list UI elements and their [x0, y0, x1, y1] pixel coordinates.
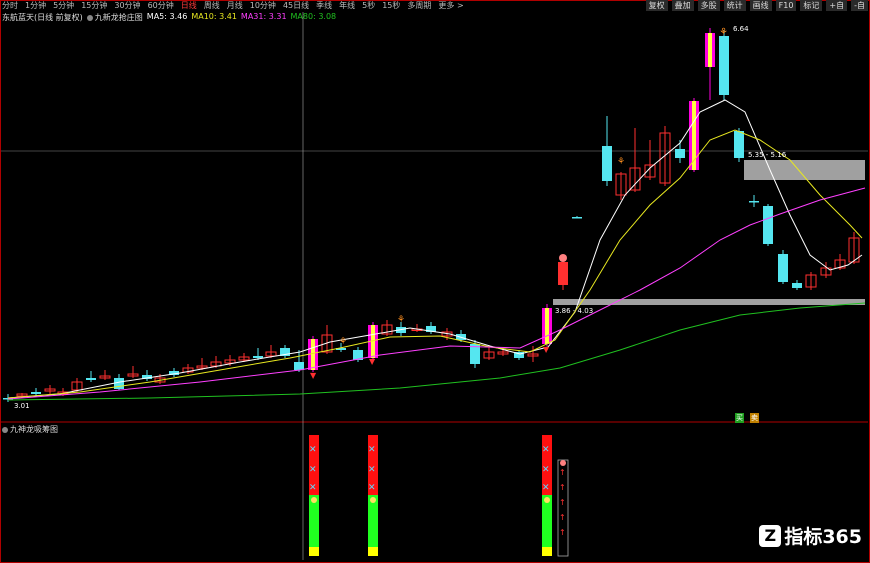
up-arrow-icon: ↑ [559, 483, 566, 492]
person-marker-icon: ⚘ [339, 337, 347, 347]
candle-body [719, 36, 729, 95]
butterfly-icon: ✕ [309, 483, 317, 493]
butterfly-icon: ✕ [309, 445, 317, 455]
sub-panel-title: 九神龙吸筹图 [10, 425, 58, 434]
arrow-down-marker-icon: ▼ [369, 357, 376, 366]
low-price-label: 3.01 [14, 402, 30, 410]
upper-zone-label: 5.35 - 5.16 [748, 151, 787, 159]
support-zone [553, 299, 865, 305]
candle-body [602, 146, 612, 181]
butterfly-icon: ✕ [368, 445, 376, 455]
candle-highlight [708, 33, 712, 67]
candle-highlight [545, 308, 549, 344]
ma80-line [7, 302, 866, 401]
butterfly-icon: ✕ [368, 465, 376, 475]
candle-body [763, 206, 773, 244]
sell-badge: 卖 [750, 413, 759, 423]
person-marker-icon: ⚘ [617, 157, 625, 167]
candle-body [675, 149, 685, 158]
butterfly-icon: ✕ [309, 465, 317, 475]
butterfly-icon: ✕ [542, 483, 550, 493]
watermark-text: 指标365 [784, 526, 862, 548]
candle-body [734, 131, 744, 158]
butterfly-icon: ✕ [542, 445, 550, 455]
lower-zone-label: 3.86 - 4.03 [555, 307, 594, 315]
up-arrow-icon: ↑ [559, 513, 566, 522]
buy-badge: 买 [735, 413, 744, 423]
butterfly-icon: ✕ [368, 483, 376, 493]
candle-body [572, 217, 582, 219]
watermark: Z 指标365 [759, 522, 862, 549]
person-marker-icon: ⚘ [397, 315, 405, 325]
coin-icon [370, 497, 376, 503]
up-arrow-icon: ↑ [559, 528, 566, 537]
signal-bar-yellow [542, 547, 552, 556]
candle-body [31, 392, 41, 394]
sub-indicator-icon[interactable] [2, 426, 8, 433]
candle-body [86, 378, 96, 380]
high-price-label: 6.64 [733, 25, 749, 33]
up-arrow-icon: ↑ [559, 498, 566, 507]
signal-bar-yellow [309, 547, 319, 556]
ball-marker-icon [559, 254, 567, 262]
kline-chart[interactable]: ⚘ ⚘ ⚘ ▼ ▼ ▼ ⚘ ✕ ✕ ✕ ✕ ✕ ✕ ✕ ✕ ✕ ↑ ↑ ↑ ↑ ↑ [0, 0, 870, 563]
arrow-down-marker-icon: ▼ [310, 371, 317, 380]
candle-body [558, 262, 568, 285]
candle-body [778, 254, 788, 282]
sub-panel-legend: 九神龙吸筹图 [2, 424, 58, 435]
candle-body [253, 356, 263, 358]
up-arrow-icon: ↑ [559, 468, 566, 477]
signal-bar-yellow [368, 547, 378, 556]
ball-small-icon [560, 460, 566, 466]
candle-body [749, 201, 759, 203]
candle-body [294, 362, 304, 370]
top-person-icon: ⚘ [719, 27, 728, 38]
candle-highlight [311, 339, 315, 370]
candle-body [792, 283, 802, 288]
ma5-line [7, 99, 863, 399]
coin-icon [311, 497, 317, 503]
ma10-line [7, 129, 863, 399]
arrow-down-marker-icon: ▼ [543, 345, 550, 354]
logo-icon: Z [759, 524, 782, 547]
butterfly-icon: ✕ [542, 465, 550, 475]
ma31-line [7, 187, 866, 400]
coin-icon [544, 497, 550, 503]
